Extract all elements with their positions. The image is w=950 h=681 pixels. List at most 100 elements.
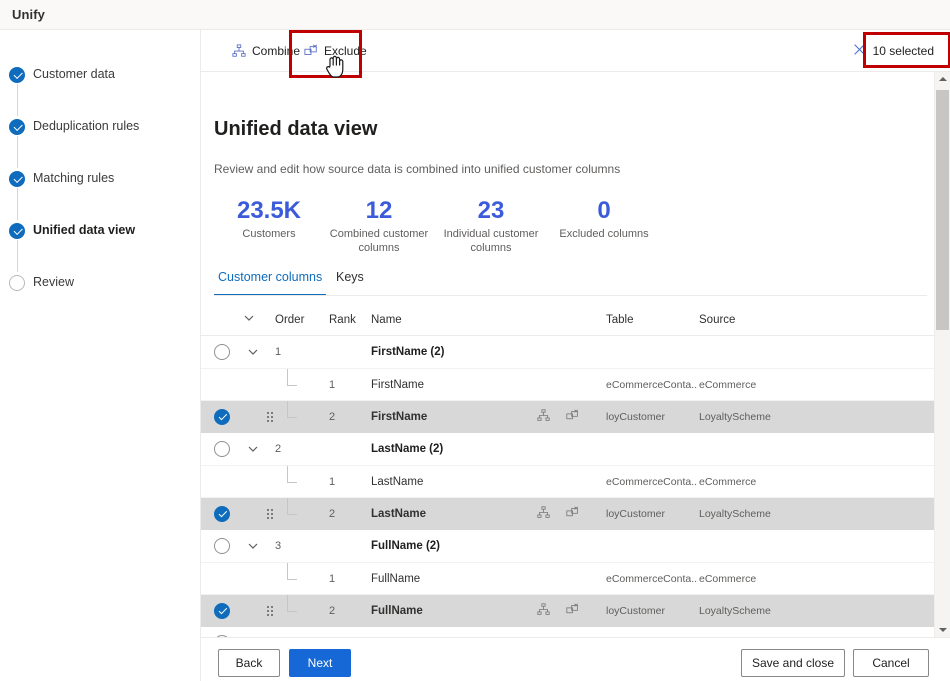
row-order: 2	[275, 443, 282, 455]
row-source: LoyaltyScheme	[699, 604, 771, 617]
row-select-checkbox[interactable]	[209, 498, 235, 529]
exclude-icon	[304, 44, 318, 58]
combine-button-label: Combine	[252, 44, 301, 58]
cancel-button[interactable]: Cancel	[853, 649, 929, 677]
grid-header-order[interactable]: Order	[275, 314, 304, 326]
row-drag-handle[interactable]	[261, 401, 279, 432]
row-combine-icon[interactable]	[537, 602, 550, 619]
row-select-checkbox[interactable]	[209, 530, 235, 562]
tree-connector	[287, 369, 297, 386]
row-name: LastName (2)	[371, 443, 444, 455]
content-vertical-scrollbar[interactable]	[934, 72, 950, 637]
grid-header-source[interactable]: Source	[699, 314, 735, 326]
table-row-group[interactable]: 3 FullName (2)	[201, 530, 934, 563]
row-name: FirstName	[371, 410, 428, 423]
table-row-group[interactable]: 2 LastName (2)	[201, 433, 934, 466]
row-drag-handle[interactable]	[261, 595, 279, 626]
row-drag-handle[interactable]	[261, 498, 279, 529]
sidebar-item-label: Matching rules	[33, 171, 115, 185]
row-select-checkbox[interactable]	[209, 433, 235, 465]
stat-label: Excluded columns	[559, 228, 649, 240]
row-rank: 1	[329, 475, 336, 488]
sidebar-item-label: Deduplication rules	[33, 119, 140, 133]
row-rank: 2	[329, 604, 336, 617]
row-select-checkbox[interactable]	[209, 627, 235, 637]
exclude-button[interactable]: Exclude	[296, 36, 375, 66]
sidebar-item-review[interactable]: Review	[0, 272, 201, 296]
row-rank: 2	[329, 410, 336, 423]
step-status-icon	[9, 275, 25, 291]
row-combine-icon[interactable]	[537, 408, 550, 425]
row-select-checkbox[interactable]	[209, 595, 235, 626]
grid-header-name[interactable]: Name	[371, 314, 402, 326]
table-row[interactable]: 1 LastName eCommerceConta... eCommerce	[201, 466, 934, 498]
row-select-checkbox[interactable]	[209, 401, 235, 432]
sidebar-item-label: Customer data	[33, 67, 115, 81]
expand-all-chevron-icon[interactable]	[243, 312, 255, 324]
scrollbar-thumb[interactable]	[936, 90, 949, 330]
row-actions[interactable]	[537, 498, 607, 529]
scroll-up-arrow-icon[interactable]	[935, 72, 950, 86]
stat-value: 23	[477, 197, 505, 224]
table-row-group[interactable]: 1 FirstName (2)	[201, 336, 934, 369]
scroll-down-arrow-icon[interactable]	[935, 623, 950, 637]
row-exclude-icon[interactable]	[566, 602, 579, 619]
step-status-icon	[9, 67, 25, 83]
row-actions[interactable]	[537, 595, 607, 626]
clear-selection-button[interactable]: 10 selected	[845, 36, 942, 66]
row-name: FullName	[371, 604, 423, 617]
stat-card: 23.5K Customers	[214, 197, 324, 241]
table-row[interactable]: 2 FullName loyCustomer LoyaltyScheme	[201, 595, 934, 627]
sidebar-item-unified-data-view[interactable]: Unified data view	[0, 220, 201, 244]
grid-header-rank[interactable]: Rank	[329, 314, 356, 326]
row-table: eCommerceConta...	[606, 572, 698, 585]
combine-hierarchy-icon	[232, 44, 246, 58]
row-actions[interactable]	[537, 401, 607, 432]
tree-connector	[287, 401, 297, 418]
table-row[interactable]: 2 LastName loyCustomer LoyaltyScheme	[201, 498, 934, 530]
step-connector	[16, 188, 18, 220]
grid-column-headers: Order Rank Name Table Source	[201, 306, 934, 336]
save-and-close-button[interactable]: Save and close	[741, 649, 845, 677]
sidebar-item-deduplication-rules[interactable]: Deduplication rules	[0, 116, 201, 140]
stat-value: 12	[365, 197, 393, 224]
row-expand-chevron-icon[interactable]	[243, 336, 263, 368]
table-row[interactable]: 2 FirstName loyCustomer LoyaltyScheme	[201, 401, 934, 433]
row-order: 3	[275, 540, 282, 552]
stat-card: 0 Excluded columns	[550, 197, 658, 241]
main-panel: Combine Exclude 10 selected Unified data…	[201, 30, 950, 681]
tab-customer-columns[interactable]: Customer columns	[214, 264, 327, 296]
step-status-icon	[9, 119, 25, 135]
sidebar-item-matching-rules[interactable]: Matching rules	[0, 168, 201, 192]
row-expand-chevron-icon[interactable]	[243, 433, 263, 465]
stat-label: Individual customer columns	[443, 228, 539, 254]
back-button[interactable]: Back	[218, 649, 280, 677]
sidebar-item-customer-data[interactable]: Customer data	[0, 64, 201, 88]
table-row[interactable]: 1 FirstName eCommerceConta... eCommerce	[201, 369, 934, 401]
row-rank: 2	[329, 507, 336, 520]
row-order: 1	[275, 346, 282, 358]
stat-value: 0	[597, 197, 611, 224]
row-combine-icon[interactable]	[537, 505, 550, 522]
table-row-group[interactable]: 4 EMail (2)	[201, 627, 934, 637]
stat-label: Customers	[242, 228, 296, 240]
tab-keys[interactable]: Keys	[332, 264, 368, 296]
content-scroll-region: Unified data view Review and edit how so…	[201, 72, 950, 637]
row-source: eCommerce	[699, 572, 757, 585]
table-row[interactable]: 1 FullName eCommerceConta... eCommerce	[201, 563, 934, 595]
row-select-checkbox[interactable]	[209, 336, 235, 368]
row-expand-chevron-icon[interactable]	[243, 627, 263, 637]
row-name: FullName (2)	[371, 540, 441, 552]
next-button[interactable]: Next	[289, 649, 351, 677]
row-rank: 1	[329, 572, 336, 585]
wizard-footer: Back Next Save and close Cancel	[201, 637, 950, 681]
command-bar: Combine Exclude 10 selected	[201, 30, 950, 78]
grid-header-table[interactable]: Table	[606, 314, 634, 326]
row-table: loyCustomer	[606, 604, 665, 617]
row-rank: 1	[329, 378, 336, 391]
row-exclude-icon[interactable]	[566, 408, 579, 425]
exclude-button-label: Exclude	[324, 44, 367, 58]
row-exclude-icon[interactable]	[566, 505, 579, 522]
step-connector	[16, 84, 18, 116]
row-expand-chevron-icon[interactable]	[243, 530, 263, 562]
